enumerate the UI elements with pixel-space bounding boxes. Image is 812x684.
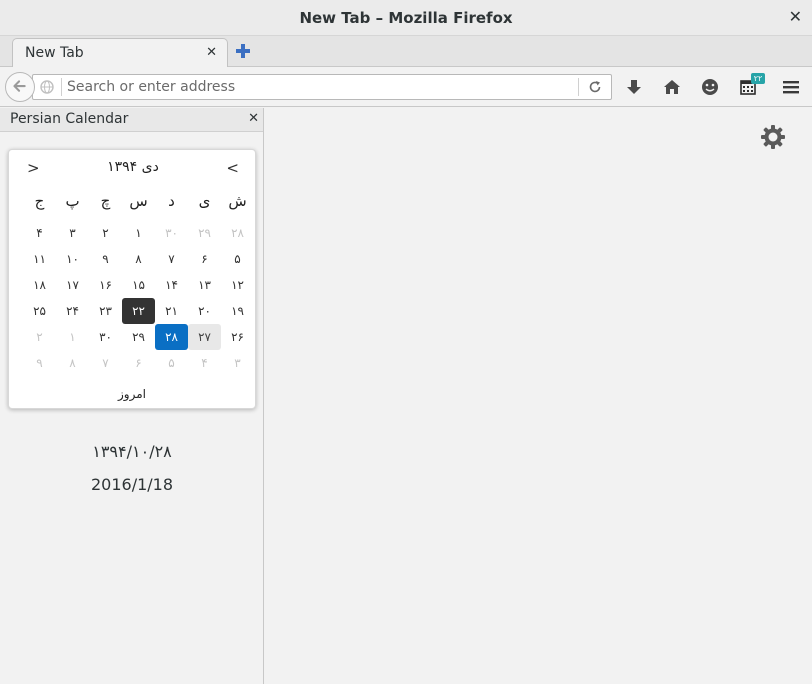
weekday-label: ش xyxy=(228,192,247,210)
new-tab-page xyxy=(265,108,812,684)
weekday-label: س xyxy=(129,192,148,210)
calendar-day[interactable]: ۲۷ xyxy=(188,324,221,350)
calendar-day[interactable]: ۲۹ xyxy=(122,324,155,350)
new-tab-plus-icon[interactable] xyxy=(234,42,252,60)
weekday-label: پ xyxy=(65,192,80,210)
calendar-day[interactable]: ۲۰ xyxy=(188,298,221,324)
calendar-day[interactable]: ۲۳ xyxy=(89,298,122,324)
calendar-day[interactable]: ۲ xyxy=(89,220,122,246)
calendar-day[interactable]: ۲ xyxy=(23,324,56,350)
reload-separator xyxy=(578,78,579,96)
gregorian-date-display: 2016/1/18 xyxy=(90,475,174,494)
calendar-day[interactable]: ۷ xyxy=(155,246,188,272)
reload-icon[interactable] xyxy=(587,79,603,95)
weekday-label: د xyxy=(168,192,175,210)
calendar-day[interactable]: ۸ xyxy=(122,246,155,272)
sidebar-close-button[interactable]: ✕ xyxy=(248,111,259,126)
calendar-next-month-button[interactable]: < xyxy=(226,159,239,177)
calendar-day[interactable]: ۶ xyxy=(188,246,221,272)
weekday-label: ی xyxy=(198,192,211,210)
sidebar-title: Persian Calendar xyxy=(10,111,129,127)
back-button[interactable] xyxy=(5,72,35,102)
calendar-day[interactable]: ۳ xyxy=(221,350,254,376)
calendar-day[interactable]: ۲۹ xyxy=(188,220,221,246)
calendar-weekday-row: ش ی د س چ پ ج xyxy=(14,192,254,216)
calendar-day[interactable]: ۳۰ xyxy=(155,220,188,246)
weekday-label: چ xyxy=(100,192,111,210)
calendar-day-selected[interactable]: ۲۲ xyxy=(122,298,155,324)
calendar-day[interactable]: ۲۵ xyxy=(23,298,56,324)
calendar-day[interactable]: ۱ xyxy=(56,324,89,350)
address-input[interactable] xyxy=(67,77,567,97)
calendar-day[interactable]: ۱۱ xyxy=(23,246,56,272)
sidebar: Persian Calendar ✕ > دی ۱۳۹۴ < ش ی د س چ… xyxy=(0,108,264,684)
calendar-day[interactable]: ۱۸ xyxy=(23,272,56,298)
persian-calendar-widget: > دی ۱۳۹۴ < ش ی د س چ پ ج ۲۸ ۲۹ ۳۰ ۱ ۲ ۳ ۴ ۵ ۶ ۷ ۸… xyxy=(8,149,256,409)
calendar-day[interactable]: ۸ xyxy=(56,350,89,376)
calendar-day[interactable]: ۱۵ xyxy=(122,272,155,298)
calendar-day[interactable]: ۹ xyxy=(89,246,122,272)
back-arrow-icon xyxy=(13,80,26,92)
window-close-button[interactable]: ✕ xyxy=(789,7,802,26)
window-titlebar: New Tab – Mozilla Firefox ✕ xyxy=(0,0,812,36)
calendar-day[interactable]: ۱۷ xyxy=(56,272,89,298)
calendar-day[interactable]: ۱۶ xyxy=(89,272,122,298)
calendar-day[interactable]: ۹ xyxy=(23,350,56,376)
navigation-toolbar xyxy=(0,67,812,107)
calendar-day[interactable]: ۱۰ xyxy=(56,246,89,272)
calendar-day[interactable]: ۴ xyxy=(23,220,56,246)
calendar-day[interactable]: ۲۶ xyxy=(221,324,254,350)
calendar-day-today[interactable]: ۲۸ xyxy=(155,324,188,350)
tab-close-button[interactable]: ✕ xyxy=(206,45,217,60)
calendar-day[interactable]: ۱۹ xyxy=(221,298,254,324)
calendar-today-button[interactable]: امروز xyxy=(9,387,255,401)
address-separator xyxy=(61,78,62,96)
calendar-day[interactable]: ۳۰ xyxy=(89,324,122,350)
hello-chat-icon[interactable] xyxy=(700,77,720,97)
persian-date-display: ۱۳۹۴/۱۰/۲۸ xyxy=(92,442,172,461)
tab-label: New Tab xyxy=(25,45,84,61)
calendar-day-grid: ۲۸ ۲۹ ۳۰ ۱ ۲ ۳ ۴ ۵ ۶ ۷ ۸ ۹ ۱۰ ۱۱ ۱۲ ۱۳ ۱۴ ۱۵ ۱۶ ۱۷ ۱۸ ۱۹ ۲۰ ۲۱ ۲… xyxy=(14,220,254,376)
calendar-day[interactable]: ۱۲ xyxy=(221,272,254,298)
calendar-header: > دی ۱۳۹۴ < xyxy=(9,150,257,186)
tab-new-tab[interactable]: New Tab ✕ xyxy=(12,38,228,68)
globe-icon xyxy=(40,80,54,94)
calendar-day[interactable]: ۱۳ xyxy=(188,272,221,298)
weekday-label: ج xyxy=(34,192,45,210)
calendar-day[interactable]: ۴ xyxy=(188,350,221,376)
calendar-day[interactable]: ۷ xyxy=(89,350,122,376)
sidebar-header: Persian Calendar ✕ xyxy=(0,108,263,132)
calendar-day[interactable]: ۵ xyxy=(155,350,188,376)
calendar-month-label: دی ۱۳۹۴ xyxy=(107,159,159,175)
calendar-day[interactable]: ۶ xyxy=(122,350,155,376)
calendar-day[interactable]: ۱۴ xyxy=(155,272,188,298)
calendar-day[interactable]: ۳ xyxy=(56,220,89,246)
address-bar[interactable] xyxy=(32,74,612,100)
calendar-day[interactable]: ۲۱ xyxy=(155,298,188,324)
calendar-day[interactable]: ۲۸ xyxy=(221,220,254,246)
window-title: New Tab – Mozilla Firefox xyxy=(299,9,513,27)
calendar-day[interactable]: ۲۴ xyxy=(56,298,89,324)
home-icon[interactable] xyxy=(662,77,682,97)
calendar-day[interactable]: ۵ xyxy=(221,246,254,272)
tab-strip: New Tab ✕ xyxy=(0,36,812,68)
hamburger-menu-icon[interactable] xyxy=(781,77,801,97)
gear-icon[interactable] xyxy=(760,124,786,150)
download-icon[interactable] xyxy=(624,77,644,97)
calendar-badge: ۲۲ xyxy=(751,73,765,84)
calendar-day[interactable]: ۱ xyxy=(122,220,155,246)
